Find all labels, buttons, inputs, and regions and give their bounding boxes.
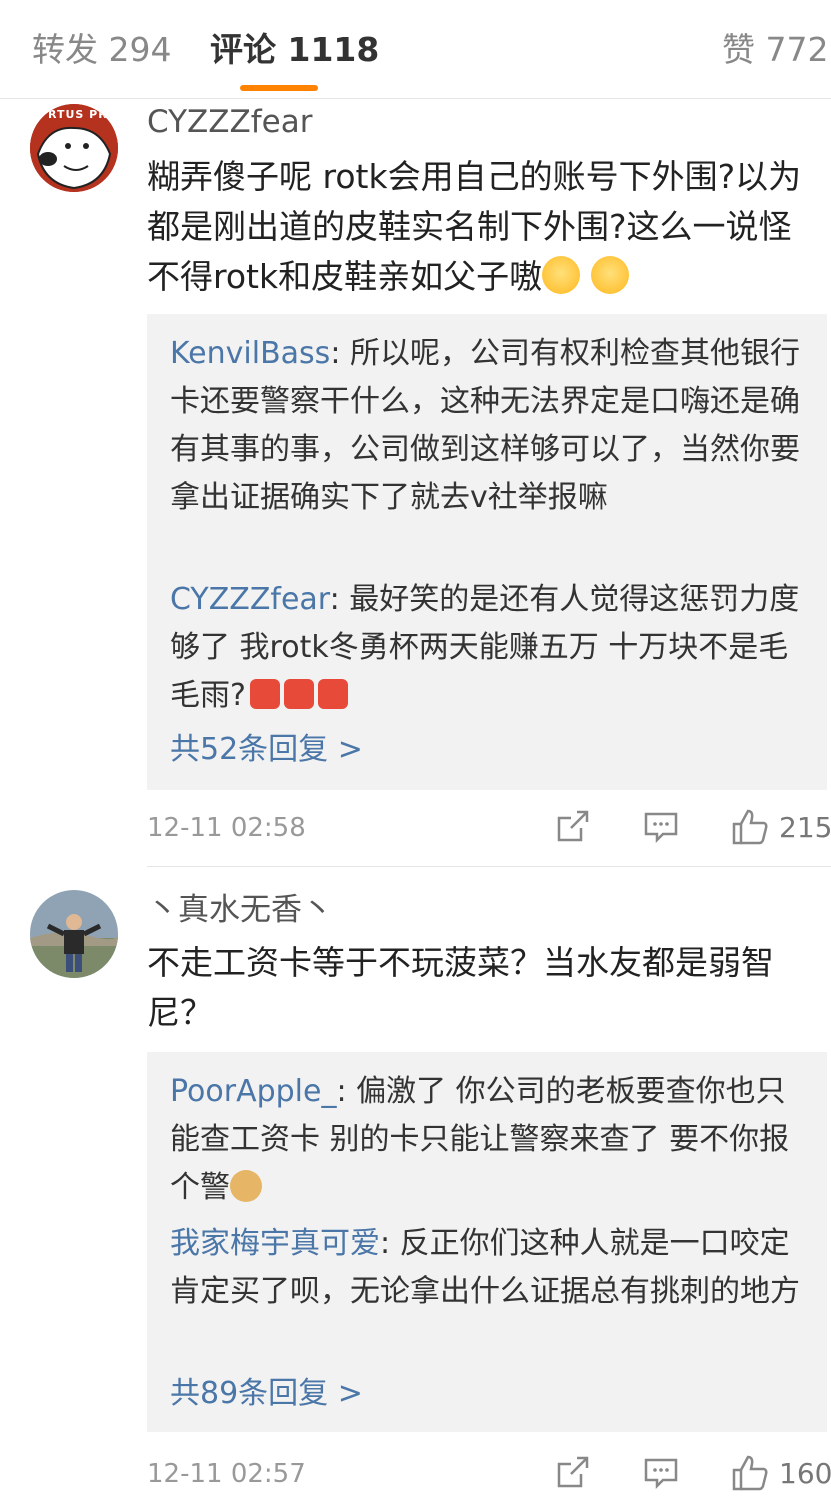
more-replies-link[interactable]: 共89条回复 >	[170, 1374, 363, 1414]
reply-item: KenvilBass: 所以呢，公司有权利检查其他银行卡还要警察干什么，这种无法…	[170, 330, 800, 522]
like-button[interactable]	[731, 808, 771, 848]
comment-username[interactable]: CYZZZfear	[147, 102, 312, 142]
active-tab-indicator	[240, 85, 318, 91]
like-count: 160	[779, 1457, 831, 1490]
share-button[interactable]	[555, 808, 591, 848]
reply-username[interactable]: CYZZZfear	[170, 582, 330, 617]
red-tag-emoji-icon	[317, 679, 348, 709]
avatar[interactable]: RTUS PR	[30, 104, 118, 192]
reply-colon: :	[330, 336, 350, 371]
share-icon	[557, 1456, 589, 1488]
tab-reposts[interactable]: 转发 294	[32, 28, 171, 72]
comment-time: 12-11 02:58	[147, 813, 306, 843]
tab-comments[interactable]: 评论 1118	[210, 28, 379, 72]
reply-box: PoorApple_: 偏激了 你公司的老板要查你也只能查工资卡 别的卡只能让警…	[147, 1052, 827, 1432]
comment-body: 不走工资卡等于不玩菠菜？当水友都是弱智尼？	[147, 943, 774, 1032]
reply-item: 我家梅宇真可爱: 反正你们这种人就是一口咬定肯定买了呗，无论拿出什么证据总有挑刺…	[170, 1220, 800, 1316]
like-button[interactable]	[731, 1454, 771, 1494]
reply-username[interactable]: 我家梅宇真可爱	[170, 1226, 380, 1261]
comment-button[interactable]	[643, 808, 679, 848]
reply-box: KenvilBass: 所以呢，公司有权利检查其他银行卡还要警察干什么，这种无法…	[147, 314, 827, 790]
avatar[interactable]	[30, 890, 118, 978]
hug-emoji-icon	[542, 256, 581, 294]
comment-time: 12-11 02:57	[147, 1459, 306, 1489]
reply-colon: :	[329, 582, 350, 617]
share-icon	[557, 810, 589, 842]
reply-item: CYZZZfear: 最好笑的是还有人觉得这惩罚力度够了 我rotk冬勇杯两天能…	[170, 576, 800, 720]
tab-likes[interactable]: 赞 772	[722, 28, 828, 72]
red-tag-emoji-icon	[249, 679, 280, 709]
share-button[interactable]	[555, 1454, 591, 1494]
comment-text: 糊弄傻子呢 rotk会用自己的账号下外围?以为都是刚出道的皮鞋实名制下外围?这么…	[147, 152, 823, 302]
more-replies-link[interactable]: 共52条回复 >	[170, 730, 363, 770]
comment-username[interactable]: 丶真水无香丶	[147, 890, 333, 930]
comment-meta-row: 12-11 02:57 160	[147, 1454, 831, 1494]
comment-body: 糊弄傻子呢 rotk会用自己的账号下外围?以为都是刚出道的皮鞋实名制下外围?这么…	[147, 157, 802, 296]
doge-emoji-icon	[230, 1170, 262, 1202]
reply-colon: :	[336, 1074, 357, 1109]
hug-emoji-icon	[590, 256, 629, 294]
comment-icon	[644, 1458, 678, 1490]
reply-item: PoorApple_: 偏激了 你公司的老板要查你也只能查工资卡 别的卡只能让警…	[170, 1068, 800, 1212]
thumbs-up-icon	[732, 809, 768, 845]
avatar-logo-text: RTUS PR	[48, 108, 108, 121]
comment-tabs-bar: 转发 294 评论 1118 赞 772	[0, 0, 831, 99]
reply-colon: :	[380, 1226, 400, 1261]
thumbs-up-icon	[732, 1455, 768, 1491]
reply-username[interactable]: PoorApple_	[170, 1074, 336, 1109]
like-count: 215	[779, 811, 831, 844]
comment-text: 不走工资卡等于不玩菠菜？当水友都是弱智尼？	[147, 938, 823, 1038]
comment-meta-row: 12-11 02:58 215	[147, 808, 831, 848]
comment-divider	[147, 866, 831, 867]
reply-username[interactable]: KenvilBass	[170, 336, 330, 371]
comment-button[interactable]	[643, 1454, 679, 1494]
red-tag-emoji-icon	[283, 679, 314, 709]
comment-icon	[644, 812, 678, 844]
